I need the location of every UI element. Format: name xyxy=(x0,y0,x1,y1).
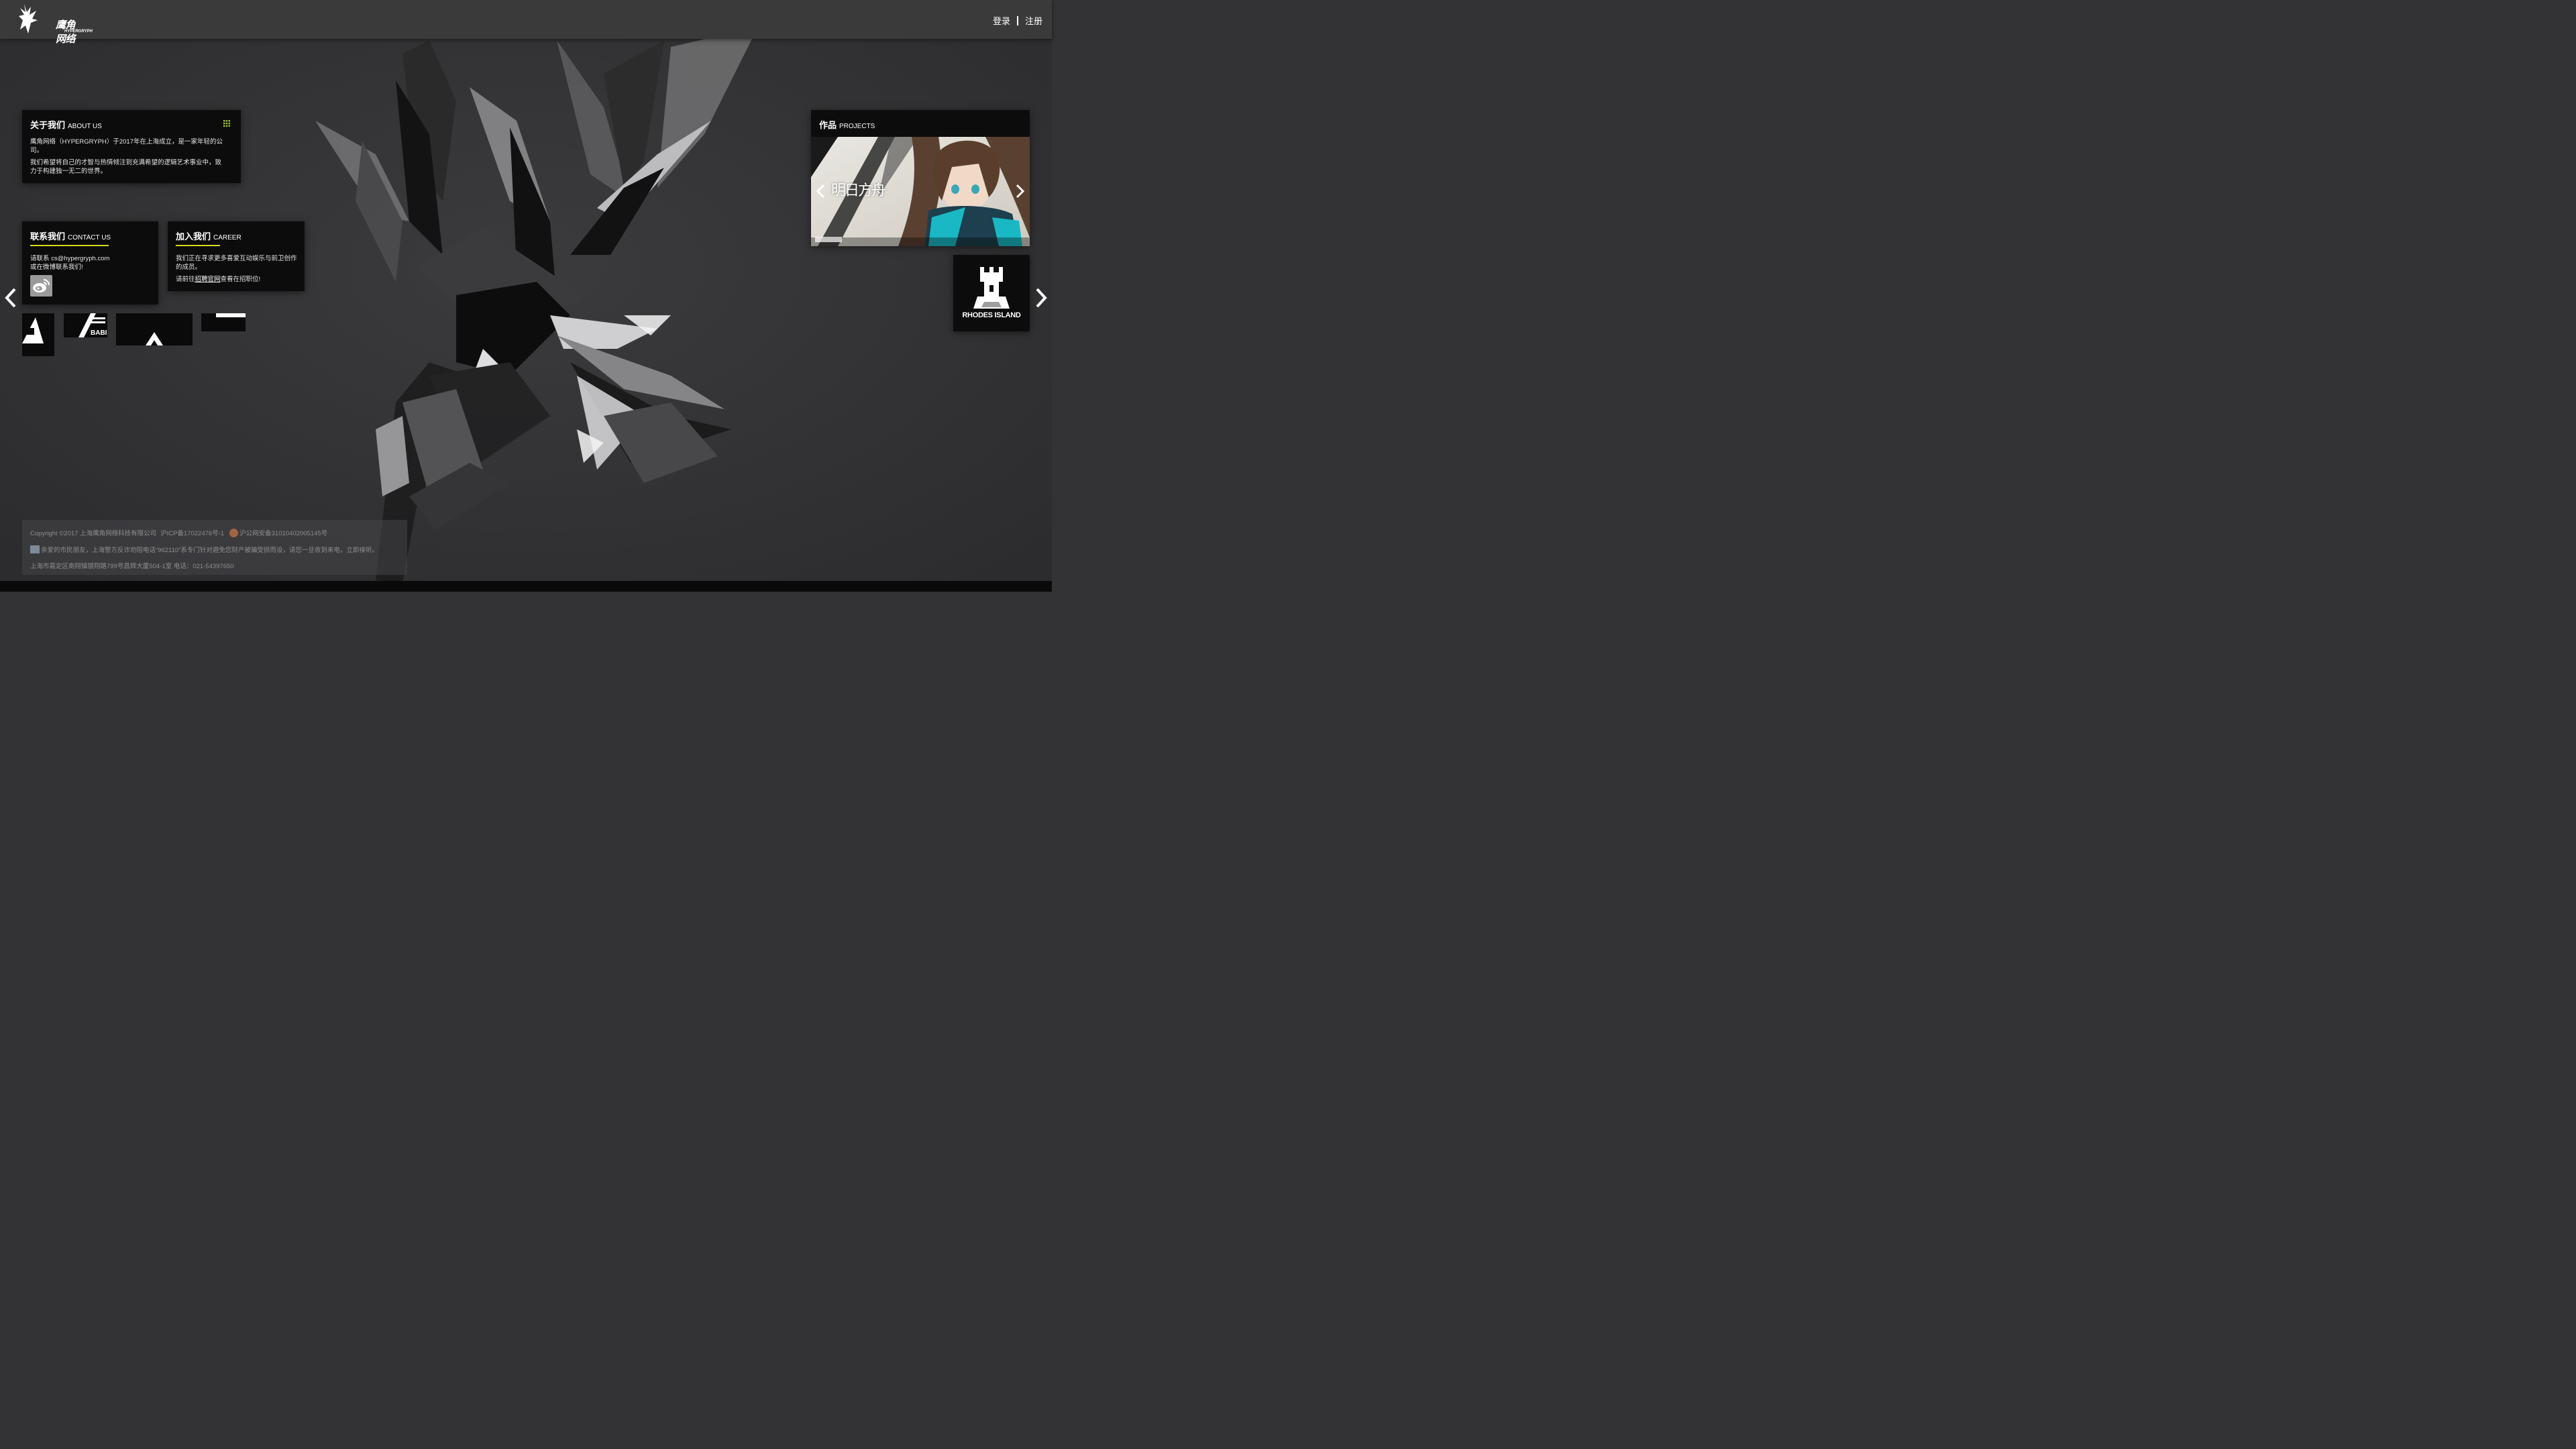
project-tile-2[interactable]: BABI xyxy=(64,313,107,337)
bottom-bar xyxy=(0,581,1052,592)
triangle-logo-icon xyxy=(146,332,163,345)
grid-menu-icon[interactable] xyxy=(223,120,230,127)
about-title-en: ABOUT US xyxy=(68,123,102,130)
projects-title-cn: 作品 xyxy=(819,120,837,130)
about-title-cn: 关于我们 xyxy=(30,120,66,130)
about-title: 关于我们 ABOUT US xyxy=(30,118,102,131)
triangle-logo-icon xyxy=(22,317,44,343)
projects-title-en: PROJECTS xyxy=(839,123,875,130)
carousel-next-icon[interactable] xyxy=(1034,287,1048,309)
career-title-en: CAREER xyxy=(213,234,241,241)
site-footer: Copyright ©2017 上海鹰角网络科技有限公司 沪ICP备170224… xyxy=(22,520,407,575)
career-card: 加入我们 CAREER 我们正在寻求更多喜爱互动娱乐与前卫创作的成员。 请前往招聘… xyxy=(168,221,305,291)
projects-title: 作品 PROJECTS xyxy=(819,118,875,131)
footer-copyright-row: Copyright ©2017 上海鹰角网络科技有限公司 沪ICP备170224… xyxy=(30,528,327,537)
banner-title: 明日方舟 xyxy=(831,182,886,199)
rhodes-tower-icon xyxy=(973,267,1010,309)
recruit-site-link[interactable]: 招聘官网 xyxy=(195,276,221,283)
contact-card: 联系我们 CONTACT US 请联系 cs@hypergryph.com 或在微… xyxy=(22,221,158,305)
contact-title-cn: 联系我们 xyxy=(30,231,66,241)
contact-underline xyxy=(30,245,109,246)
notice-icon xyxy=(30,545,40,553)
register-link[interactable]: 注册 xyxy=(1025,14,1042,27)
contact-title: 联系我们 CONTACT US xyxy=(30,229,111,242)
career-link-prefix: 请前往 xyxy=(176,276,195,283)
about-card: 关于我们 ABOUT US 鹰角网络（HYPERGRYPH）于2017年在上海成立… xyxy=(22,110,241,183)
contact-weibo-line: 或在微博联系我们! xyxy=(30,264,83,271)
login-link[interactable]: 登录 xyxy=(993,14,1010,27)
weibo-button[interactable] xyxy=(30,275,52,297)
project-tile-1[interactable] xyxy=(22,313,54,356)
career-link-suffix: 查看在招职位! xyxy=(220,276,261,283)
logo[interactable]: 鹰角网络 HYPERGRYPH xyxy=(17,3,93,45)
about-paragraph-2: 我们希望将自己的才智与热情倾注到充满希望的逻辑艺术事业中，致力于构建独一无二的世… xyxy=(30,159,222,175)
footer-notice-row: 亲爱的市民朋友，上海警方反诈劝阻电话“962110”系专门针对避免您财产被骗受损… xyxy=(30,545,378,554)
auth-divider xyxy=(1016,15,1018,25)
career-link-line: 请前往招聘官网查看在招职位! xyxy=(176,275,298,284)
project-tile-4[interactable] xyxy=(201,313,246,331)
contact-email-line: 请联系 cs@hypergryph.com xyxy=(30,255,110,262)
top-header: 鹰角网络 HYPERGRYPH 登录 注册 xyxy=(0,0,1052,45)
rhodes-island-tile[interactable]: RHODES ISLAND xyxy=(953,255,1030,331)
text-logo-icon xyxy=(216,313,246,317)
police-badge-icon xyxy=(229,528,239,537)
footer-address-row: 上海市嘉定区南翔镇银翔路799号昌辉大厦504-1室 电话：021-543976… xyxy=(30,561,234,570)
auth-links: 登录 注册 xyxy=(993,14,1042,27)
banner-next-icon[interactable] xyxy=(1015,184,1026,199)
contact-title-en: CONTACT US xyxy=(68,234,111,241)
police-record-link[interactable]: 沪公网安备31010402005145号 xyxy=(239,528,327,537)
carousel-prev-icon[interactable] xyxy=(4,287,17,309)
career-underline xyxy=(176,245,220,246)
weibo-icon xyxy=(33,279,50,292)
career-title-cn: 加入我们 xyxy=(176,231,211,241)
copyright-text: Copyright ©2017 上海鹰角网络科技有限公司 xyxy=(30,530,157,537)
projects-card: 作品 PROJECTS 明日方舟 xyxy=(811,110,1030,246)
icp-link[interactable]: 沪ICP备17022476号-1 xyxy=(160,528,224,537)
career-title: 加入我们 CAREER xyxy=(176,229,241,242)
about-paragraph-1: 鹰角网络（HYPERGRYPH）于2017年在上海成立，是一家年轻的公司。 xyxy=(30,138,223,154)
project-tile-3[interactable] xyxy=(116,313,193,345)
banner-prev-icon[interactable] xyxy=(815,184,826,199)
rhodes-island-label: RHODES ISLAND xyxy=(962,311,1021,319)
anti-fraud-notice: 亲爱的市民朋友，上海警方反诈劝阻电话“962110”系专门针对避免您财产被骗受损… xyxy=(41,547,378,554)
projects-banner[interactable]: 明日方舟 xyxy=(811,137,1030,246)
company-address: 上海市嘉定区南翔镇银翔路799号昌辉大厦504-1室 电话：021-543976… xyxy=(30,563,234,570)
logo-subtext: HYPERGRYPH xyxy=(64,30,93,34)
career-paragraph: 我们正在寻求更多喜爱互动娱乐与前卫创作的成员。 xyxy=(176,255,297,271)
tile-2-text: BABI xyxy=(91,329,107,337)
deer-logo-icon xyxy=(19,4,38,34)
